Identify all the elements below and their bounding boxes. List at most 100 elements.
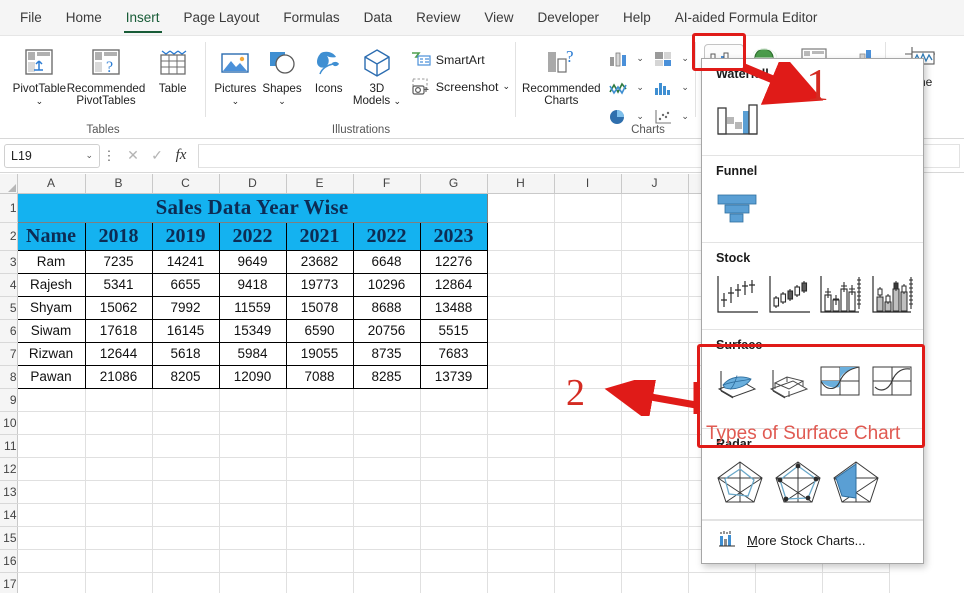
cell-h8[interactable] — [487, 365, 555, 389]
column-header-e[interactable]: E — [286, 174, 354, 194]
cell-h15[interactable] — [487, 526, 555, 550]
row-header-3[interactable]: 3 — [0, 250, 18, 274]
cell-e17[interactable] — [286, 572, 354, 593]
cell-d5[interactable]: 11559 — [218, 295, 287, 320]
waterfall-chart-option[interactable] — [712, 97, 762, 145]
cell-b4[interactable]: 5341 — [84, 272, 153, 297]
cell-g8[interactable]: 13739 — [419, 364, 488, 389]
enter-formula-icon[interactable]: ✓ — [146, 147, 168, 164]
cell-f3[interactable]: 6648 — [352, 249, 421, 274]
cell-j1[interactable] — [621, 193, 689, 223]
cell-h4[interactable] — [487, 273, 555, 297]
cell-b12[interactable] — [85, 457, 153, 481]
cell-b15[interactable] — [85, 526, 153, 550]
smartart-button[interactable]: SmartArt — [408, 46, 510, 73]
cell-i5[interactable] — [554, 296, 622, 320]
cell-c14[interactable] — [152, 503, 220, 527]
cell-h10[interactable] — [487, 411, 555, 435]
cell-e8[interactable]: 7088 — [285, 364, 354, 389]
cell-d9[interactable] — [219, 388, 287, 412]
cell-f15[interactable] — [353, 526, 421, 550]
column-header-a[interactable]: A — [17, 174, 86, 194]
tab-developer[interactable]: Developer — [525, 4, 611, 32]
tab-home[interactable]: Home — [54, 4, 114, 32]
radar-option[interactable] — [712, 455, 768, 509]
row-header-1[interactable]: 1 — [0, 193, 18, 223]
cell-j12[interactable] — [621, 457, 689, 481]
cell-h11[interactable] — [487, 434, 555, 458]
cell-a15[interactable] — [17, 526, 86, 550]
cell-j2[interactable] — [621, 222, 689, 251]
cell-c11[interactable] — [152, 434, 220, 458]
cell-g14[interactable] — [420, 503, 488, 527]
column-header-c[interactable]: C — [152, 174, 220, 194]
cell-i11[interactable] — [554, 434, 622, 458]
cell-b6[interactable]: 17618 — [84, 318, 153, 343]
cell-g7[interactable]: 7683 — [419, 341, 488, 366]
cell-a16[interactable] — [17, 549, 86, 573]
hierarchy-chart-caret-icon[interactable]: ⌄ — [680, 53, 691, 64]
cell-i15[interactable] — [554, 526, 622, 550]
cell-f12[interactable] — [353, 457, 421, 481]
cell-e12[interactable] — [286, 457, 354, 481]
cell-i17[interactable] — [554, 572, 622, 593]
cell-b13[interactable] — [85, 480, 153, 504]
cell-d10[interactable] — [219, 411, 287, 435]
cell-a5[interactable]: Shyam — [16, 295, 86, 320]
cell-d14[interactable] — [219, 503, 287, 527]
cell-a6[interactable]: Siwam — [16, 318, 86, 343]
cell-g5[interactable]: 13488 — [419, 295, 488, 320]
cell-c15[interactable] — [152, 526, 220, 550]
cell-d17[interactable] — [219, 572, 287, 593]
cell-j14[interactable] — [621, 503, 689, 527]
cell-j7[interactable] — [621, 342, 689, 366]
row-header-11[interactable]: 11 — [0, 434, 18, 458]
cell-i13[interactable] — [554, 480, 622, 504]
cell-e7[interactable]: 19055 — [285, 341, 354, 366]
cell-f14[interactable] — [353, 503, 421, 527]
screenshot-button[interactable]: Screenshot ⌄ — [408, 73, 510, 100]
cell-i9[interactable] — [554, 388, 622, 412]
row-header-16[interactable]: 16 — [0, 549, 18, 573]
cell-f8[interactable]: 8285 — [352, 364, 421, 389]
cell-f16[interactable] — [353, 549, 421, 573]
icons-button[interactable]: Icons — [305, 40, 352, 95]
3d-models-button[interactable]: 3D Models ⌄ — [352, 40, 402, 108]
row-header-12[interactable]: 12 — [0, 457, 18, 481]
table-header-2019[interactable]: 2019 — [151, 221, 220, 251]
cell-j9[interactable] — [621, 388, 689, 412]
tab-file[interactable]: File — [8, 4, 54, 32]
cell-a12[interactable] — [17, 457, 86, 481]
column-chart-caret-icon[interactable]: ⌄ — [635, 53, 646, 64]
pie-chart-caret-icon[interactable]: ⌄ — [635, 111, 646, 122]
cell-b11[interactable] — [85, 434, 153, 458]
cell-i7[interactable] — [554, 342, 622, 366]
contour-option[interactable] — [816, 358, 866, 406]
cell-g15[interactable] — [420, 526, 488, 550]
column-header-h[interactable]: H — [487, 174, 555, 194]
pictures-caret[interactable]: ⌄ — [232, 96, 240, 106]
filled-radar-option[interactable] — [828, 455, 884, 509]
row-header-5[interactable]: 5 — [0, 296, 18, 320]
table-button[interactable]: Table — [145, 40, 200, 95]
cell-h13[interactable] — [487, 480, 555, 504]
cell-d8[interactable]: 12090 — [218, 364, 287, 389]
cell-b3[interactable]: 7235 — [84, 249, 153, 274]
cell-c12[interactable] — [152, 457, 220, 481]
cell-b7[interactable]: 12644 — [84, 341, 153, 366]
cell-d3[interactable]: 9649 — [218, 249, 287, 274]
row-header-8[interactable]: 8 — [0, 365, 18, 389]
cell-i14[interactable] — [554, 503, 622, 527]
cell-a13[interactable] — [17, 480, 86, 504]
cell-c10[interactable] — [152, 411, 220, 435]
cell-h2[interactable] — [487, 222, 555, 251]
cell-i1[interactable] — [554, 193, 622, 223]
cell-e15[interactable] — [286, 526, 354, 550]
cell-e3[interactable]: 23682 — [285, 249, 354, 274]
stock-volume-high-low-close-option[interactable] — [816, 271, 866, 319]
table-header-2021[interactable]: 2021 — [285, 221, 354, 251]
cell-g6[interactable]: 5515 — [419, 318, 488, 343]
stock-high-low-close-option[interactable] — [712, 271, 762, 319]
cell-b10[interactable] — [85, 411, 153, 435]
cell-e6[interactable]: 6590 — [285, 318, 354, 343]
